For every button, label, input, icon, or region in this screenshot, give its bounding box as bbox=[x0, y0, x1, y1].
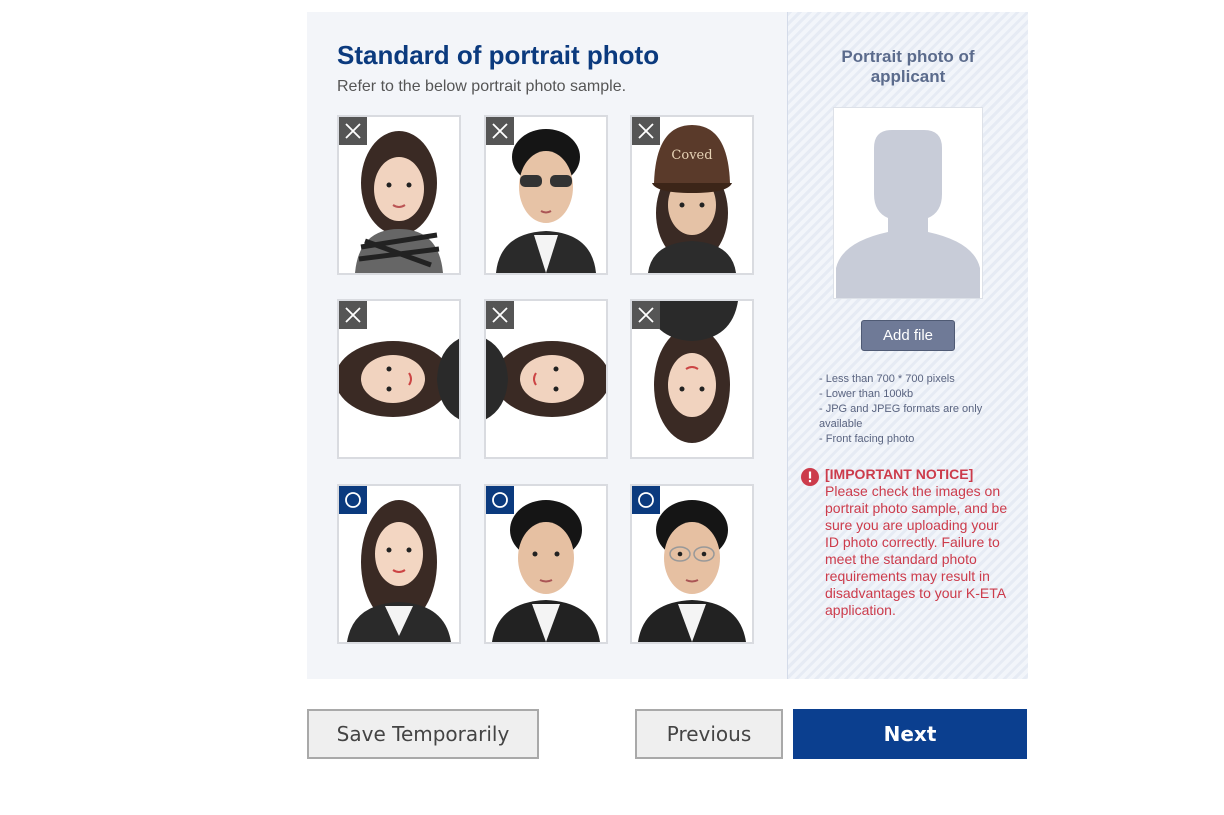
portrait-image bbox=[486, 333, 606, 425]
sample-photo-rotated-left bbox=[337, 299, 461, 459]
page-title: Standard of portrait photo bbox=[337, 40, 660, 70]
requirement-item: - Lower than 100kb bbox=[819, 388, 914, 400]
applicant-photo-preview[interactable] bbox=[833, 107, 983, 299]
photo-standard-section: Standard of portrait photo Refer to the … bbox=[307, 12, 787, 679]
circle-mark-icon bbox=[486, 486, 514, 514]
x-mark-icon bbox=[632, 301, 660, 329]
sample-photo-upside-down bbox=[630, 299, 754, 459]
requirement-item: - Less than 700 * 700 pixels bbox=[819, 373, 955, 385]
exclamation-icon bbox=[801, 468, 819, 486]
applicant-photo-title: Portrait photo of applicant bbox=[841, 47, 975, 86]
x-mark-icon bbox=[486, 301, 514, 329]
photo-requirements-list: - Less than 700 * 700 pixels - Lower tha… bbox=[819, 372, 999, 447]
x-mark-icon bbox=[339, 301, 367, 329]
next-button[interactable]: Next bbox=[793, 709, 1027, 759]
important-notice-text: Please check the images on portrait phot… bbox=[825, 483, 1008, 618]
circle-mark-icon bbox=[339, 486, 367, 514]
sample-photo-rotated-right bbox=[484, 299, 608, 459]
add-file-button[interactable]: Add file bbox=[861, 320, 955, 351]
applicant-photo-section: Portrait photo of applicant Add file - L… bbox=[787, 12, 1028, 679]
important-notice-title: [IMPORTANT NOTICE] bbox=[825, 466, 974, 482]
save-temporarily-button[interactable]: Save Temporarily bbox=[307, 709, 539, 759]
sample-photo-correct-man bbox=[484, 484, 608, 644]
sample-photo-correct-woman bbox=[337, 484, 461, 644]
portrait-image bbox=[339, 333, 459, 425]
x-mark-icon bbox=[486, 117, 514, 145]
sample-photo-scarf bbox=[337, 115, 461, 275]
person-silhouette-icon bbox=[836, 130, 980, 298]
sample-photo-sunglasses bbox=[484, 115, 608, 275]
page-subtitle: Refer to the below portrait photo sample… bbox=[337, 78, 627, 95]
x-mark-icon bbox=[632, 117, 660, 145]
portrait-photo-panel: Standard of portrait photo Refer to the … bbox=[307, 12, 1028, 679]
sample-photo-correct-man-glasses bbox=[630, 484, 754, 644]
circle-mark-icon bbox=[632, 486, 660, 514]
x-mark-icon bbox=[339, 117, 367, 145]
previous-button[interactable]: Previous bbox=[635, 709, 783, 759]
svg-text:Coved: Coved bbox=[671, 148, 712, 163]
sample-photo-cap: Coved bbox=[630, 115, 754, 275]
requirement-item: - Front facing photo bbox=[819, 433, 915, 445]
requirement-item: - JPG and JPEG formats are only availabl… bbox=[819, 403, 983, 430]
